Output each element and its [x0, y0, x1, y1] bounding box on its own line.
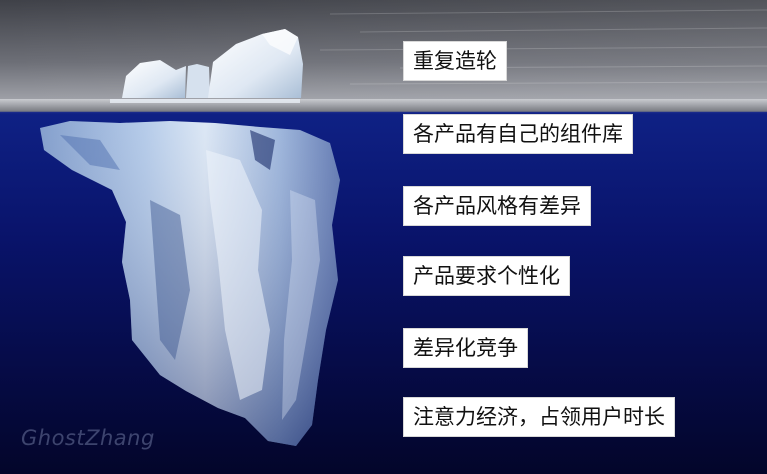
label-differentiated-competition: 差异化竞争	[403, 328, 528, 368]
watermark: GhostZhang	[21, 426, 155, 450]
label-own-component-library: 各产品有自己的组件库	[403, 114, 633, 154]
label-personalization: 产品要求个性化	[403, 256, 570, 296]
label-style-differences: 各产品风格有差异	[403, 186, 591, 226]
label-reinventing-wheel: 重复造轮	[403, 41, 507, 81]
label-attention-economy: 注意力经济，占领用户时长	[403, 397, 675, 437]
